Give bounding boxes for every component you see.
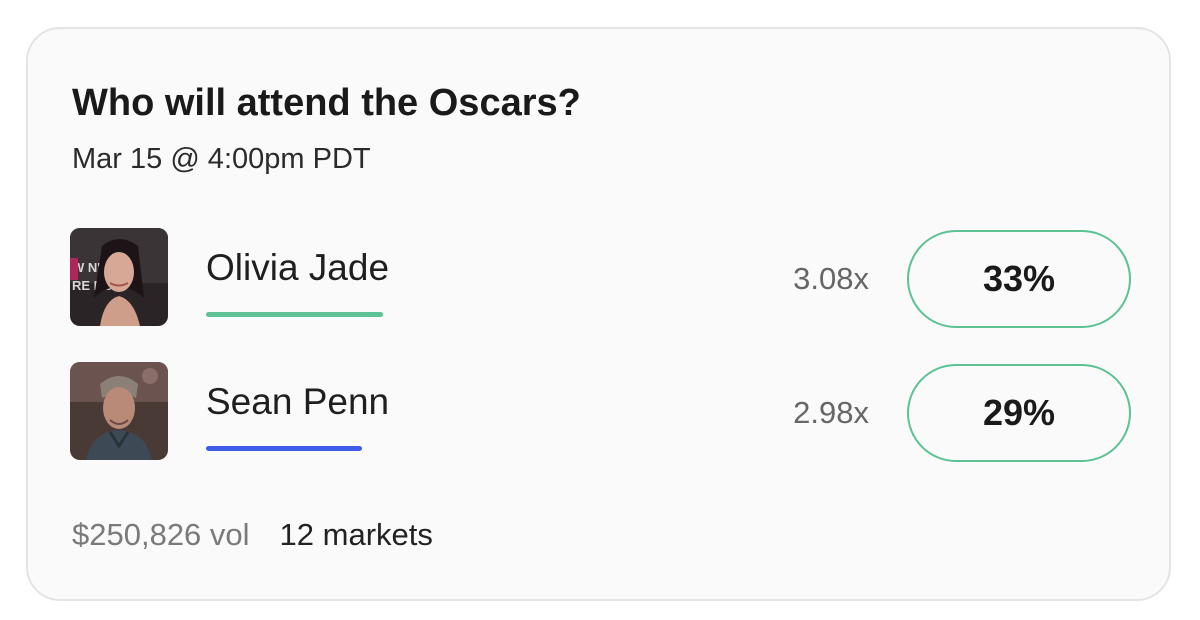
volume-text: $250,826 vol [72, 517, 250, 552]
outcome-name: Olivia Jade [206, 247, 390, 288]
outcome-name: Sean Penn [206, 381, 390, 422]
market-date: Mar 15 @ 4:00pm PDT [72, 143, 371, 175]
person-photo-icon: W N'S RE RCH [70, 228, 168, 326]
outcome-color-bar [206, 312, 383, 317]
outcome-percent-button[interactable]: 29% [907, 364, 1131, 462]
market-card[interactable]: Who will attend the Oscars? Mar 15 @ 4:0… [26, 27, 1171, 601]
payout-multiplier: 3.08x [793, 261, 869, 296]
person-photo-icon [70, 362, 168, 460]
outcome-percent-button[interactable]: 33% [907, 230, 1131, 328]
market-footer: $250,826 vol 12 markets [72, 517, 433, 553]
outcome-row[interactable]: W N'S RE RCH Olivia Jade 3.08x 33% [28, 228, 1169, 328]
outcome-color-bar [206, 446, 362, 451]
markets-count-link[interactable]: 12 markets [280, 517, 433, 552]
market-title: Who will attend the Oscars? [72, 82, 581, 124]
avatar: W N'S RE RCH [70, 228, 168, 326]
payout-multiplier: 2.98x [793, 395, 869, 430]
outcome-row[interactable]: Sean Penn 2.98x 29% [28, 362, 1169, 462]
avatar [70, 362, 168, 460]
